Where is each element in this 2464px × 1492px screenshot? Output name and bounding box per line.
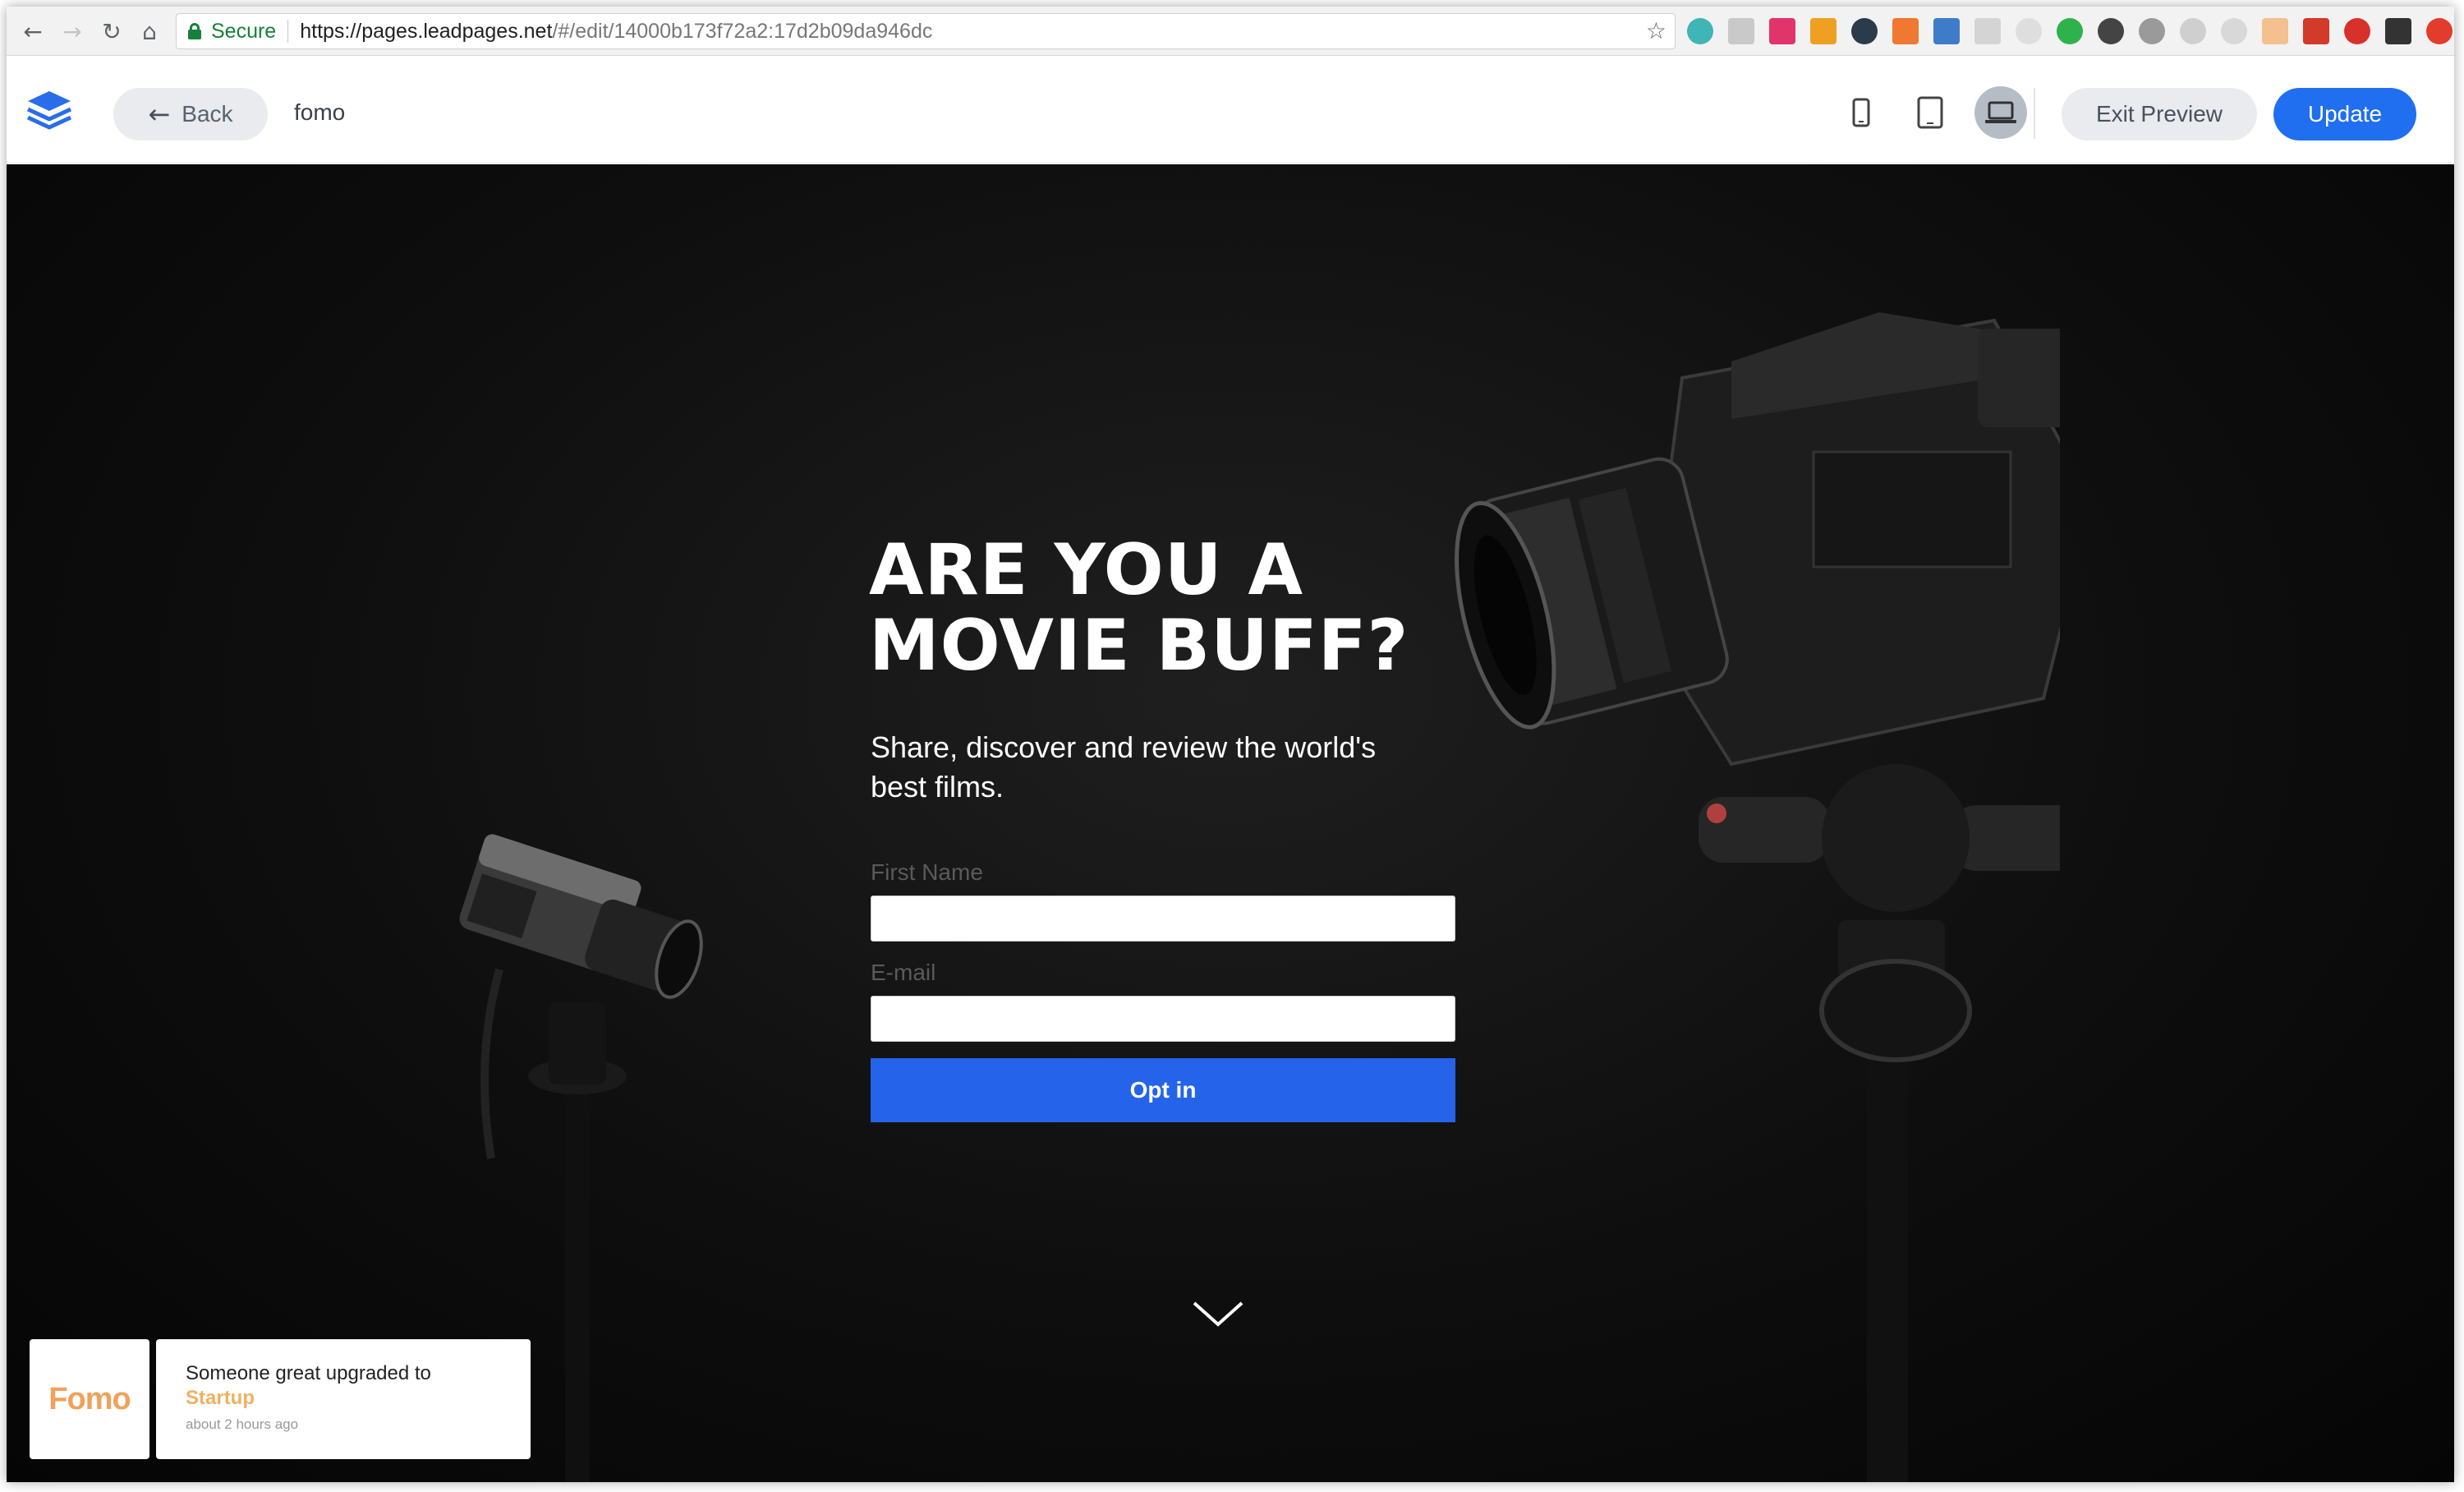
shield-ext-icon[interactable] xyxy=(2180,18,2206,44)
editor-toolbar: ← Back fomo Exit Preview Update xyxy=(7,57,2454,163)
up-ext-icon[interactable] xyxy=(2426,18,2453,44)
headline-line-2: MOVIE BUFF? xyxy=(869,605,1409,687)
back-label: Back xyxy=(182,101,233,127)
first-name-input[interactable] xyxy=(871,896,1455,942)
rocket-ext-icon[interactable] xyxy=(2221,18,2247,44)
react-ext-icon[interactable] xyxy=(1851,18,1878,44)
grid-ext-icon[interactable] xyxy=(1974,18,2001,44)
laptop-icon xyxy=(1985,101,2016,123)
hero-subtitle: Share, discover and review the world's b… xyxy=(871,730,1377,804)
notification-body: Someone great upgraded to Startup about … xyxy=(156,1339,531,1459)
teal-ext-icon[interactable] xyxy=(1687,18,1713,44)
wave-ext-icon[interactable] xyxy=(2385,18,2411,44)
headline-line-1: ARE YOU A xyxy=(869,529,1304,611)
address-separator xyxy=(287,20,289,43)
cinema-camera-image xyxy=(1455,312,2060,1482)
url-path: /#/edit/14000b173f72a2:17d2b09da946dc xyxy=(552,19,933,43)
fomo-logo: Fomo xyxy=(30,1339,149,1459)
forward-arrow-icon[interactable]: → xyxy=(56,15,89,48)
notification-plan: Startup xyxy=(186,1387,255,1409)
phone-icon xyxy=(1852,98,1870,127)
lock-icon xyxy=(188,23,201,39)
tablet-icon xyxy=(1917,96,1943,129)
b-ext-icon[interactable] xyxy=(2098,18,2124,44)
opt-in-button[interactable]: Opt in xyxy=(871,1058,1455,1122)
email-label: E-mail xyxy=(871,960,936,985)
browser-chrome: ← → ↻ ⌂ Secure https://pages.leadpages.n… xyxy=(7,7,2454,56)
reload-icon[interactable]: ↻ xyxy=(95,15,128,48)
toolbar-divider xyxy=(2034,88,2035,139)
notification-message: Someone great upgraded to xyxy=(186,1362,431,1384)
fomo-notification[interactable]: Fomo Someone great upgraded to Startup a… xyxy=(30,1339,531,1459)
exit-preview-button[interactable]: Exit Preview xyxy=(2062,88,2257,140)
f-ext-icon[interactable] xyxy=(2262,18,2288,44)
orange-ext-icon[interactable] xyxy=(1892,18,1919,44)
back-arrow-icon[interactable]: ← xyxy=(16,15,49,48)
home-icon[interactable]: ⌂ xyxy=(133,15,166,48)
notification-time: about 2 hours ago xyxy=(186,1416,299,1432)
url-host: https://pages.leadpages.net xyxy=(300,19,553,43)
extensions-bar xyxy=(1687,18,2453,44)
tablet-view-button[interactable] xyxy=(1904,86,1956,139)
update-button[interactable]: Update xyxy=(2273,88,2416,140)
first-name-label: First Name xyxy=(871,859,983,885)
hero-headline: ARE YOU A MOVIE BUFF? xyxy=(869,532,1526,684)
red-ext-icon[interactable] xyxy=(2303,18,2329,44)
secure-label: Secure xyxy=(211,19,277,43)
desktop-view-button[interactable] xyxy=(1974,86,2027,139)
hand-ext-icon[interactable] xyxy=(2344,18,2370,44)
preview-hero: ARE YOU A MOVIE BUFF? Share, discover an… xyxy=(7,164,2454,1482)
off-ext-icon[interactable] xyxy=(1810,18,1837,44)
chevron-down-icon[interactable] xyxy=(1189,1298,1247,1331)
evernote-ext-icon[interactable] xyxy=(2057,18,2083,44)
bookmark-star-icon[interactable]: ☆ xyxy=(1646,17,1666,44)
leadpages-logo-icon[interactable] xyxy=(25,88,74,134)
phone-view-button[interactable] xyxy=(1835,86,1887,139)
email-input[interactable] xyxy=(871,996,1455,1042)
browser-window: ← → ↻ ⌂ Secure https://pages.leadpages.n… xyxy=(7,7,2454,1482)
v-ext-icon[interactable] xyxy=(2139,18,2165,44)
page-name: fomo xyxy=(294,99,346,125)
back-button[interactable]: ← Back xyxy=(113,88,268,140)
arrow-left-icon: ← xyxy=(148,99,171,130)
clock-ext-icon[interactable] xyxy=(2016,18,2042,44)
address-bar[interactable]: Secure https://pages.leadpages.net/#/edi… xyxy=(176,13,1676,49)
chat-ext-icon[interactable] xyxy=(1728,18,1754,44)
pink-ext-icon[interactable] xyxy=(1769,18,1795,44)
calendar-ext-icon[interactable] xyxy=(1933,18,1960,44)
